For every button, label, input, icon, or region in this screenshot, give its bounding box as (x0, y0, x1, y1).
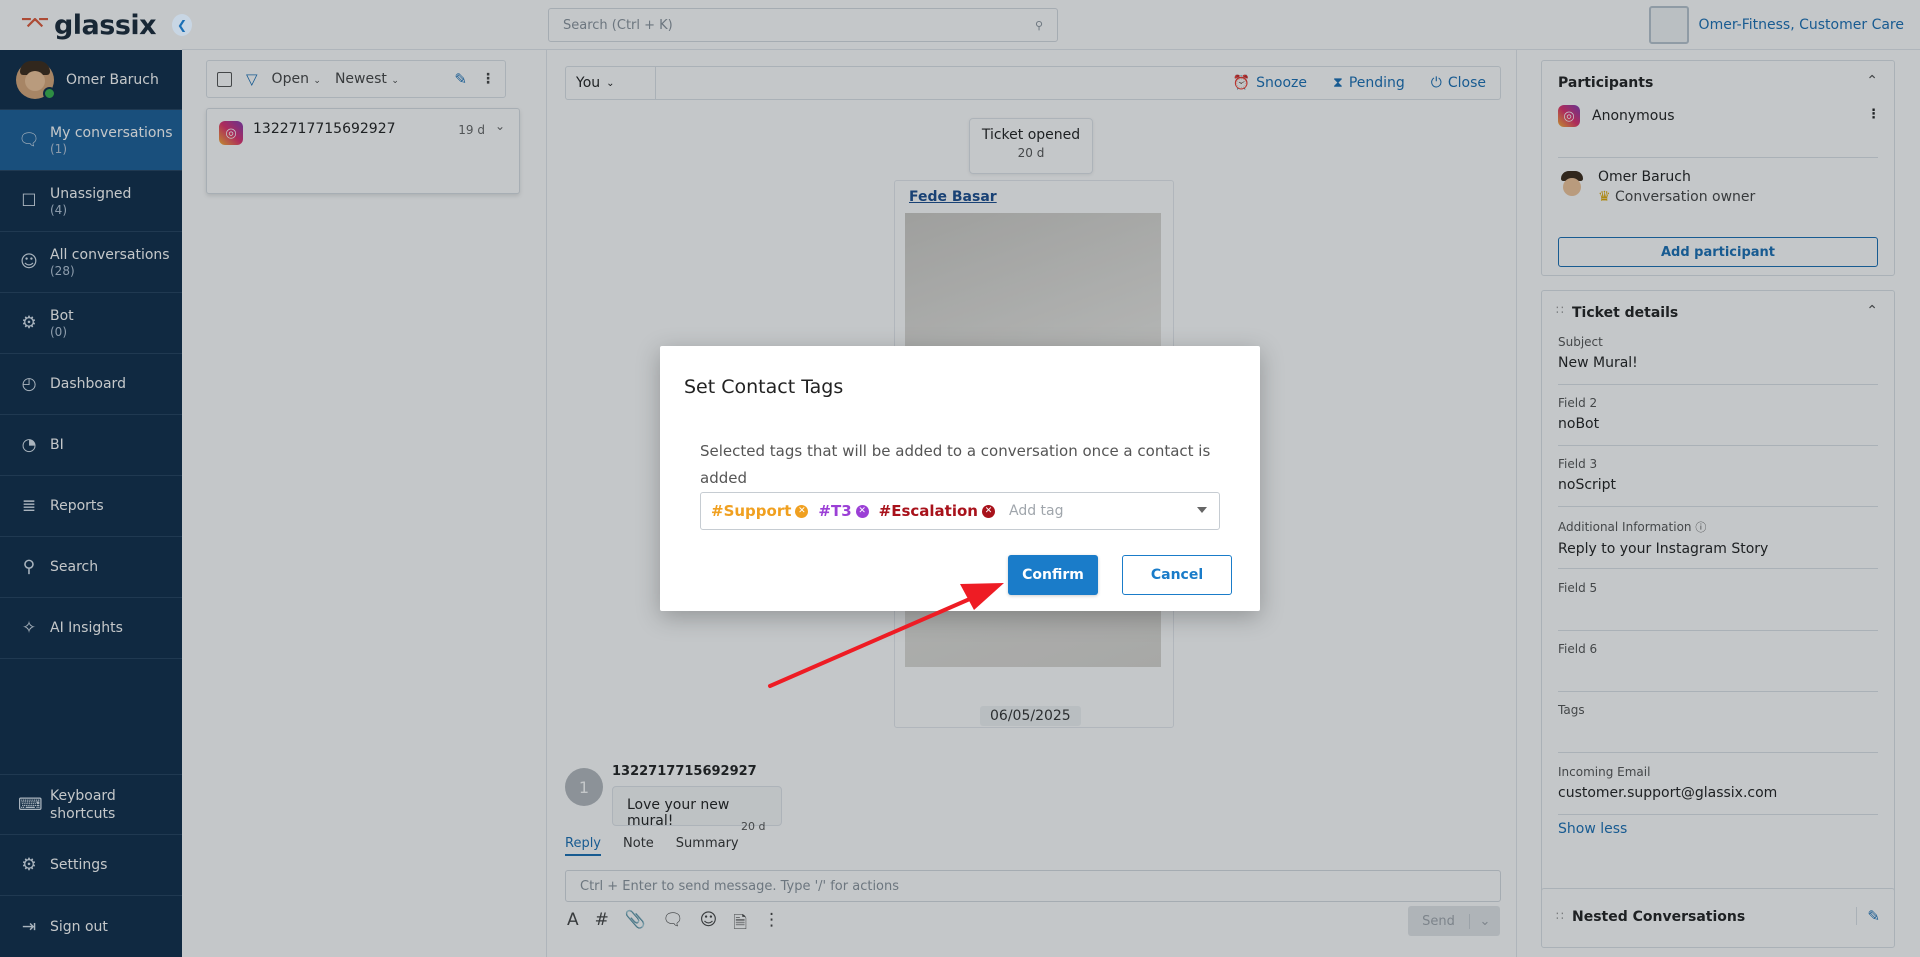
collapse-sidebar-button[interactable]: ❮ (172, 14, 192, 36)
add-tag-placeholder: Add tag (1008, 503, 1064, 519)
tag-chip-support: #Support ✕ (711, 502, 809, 520)
cancel-button[interactable]: Cancel (1122, 555, 1232, 595)
dialog-description: Selected tags that will be added to a co… (700, 442, 1211, 487)
dialog-title: Set Contact Tags (684, 376, 844, 398)
tag-chip-t3: #T3 ✕ (818, 502, 869, 520)
set-contact-tags-dialog: Set Contact Tags Selected tags that will… (660, 346, 1260, 611)
remove-tag-icon[interactable]: ✕ (795, 504, 809, 518)
tag-chip-escalation: #Escalation ✕ (879, 502, 995, 520)
tag-select-input[interactable]: #Support ✕ #T3 ✕ #Escalation ✕ Add tag (700, 492, 1220, 530)
dropdown-caret-icon[interactable] (1197, 507, 1207, 513)
tag-label: #Escalation (878, 502, 978, 520)
remove-tag-icon[interactable]: ✕ (855, 504, 869, 518)
remove-tag-icon[interactable]: ✕ (981, 504, 995, 518)
tag-label: #T3 (818, 502, 852, 520)
confirm-button[interactable]: Confirm (1008, 555, 1098, 595)
tag-label: #Support (711, 502, 792, 520)
